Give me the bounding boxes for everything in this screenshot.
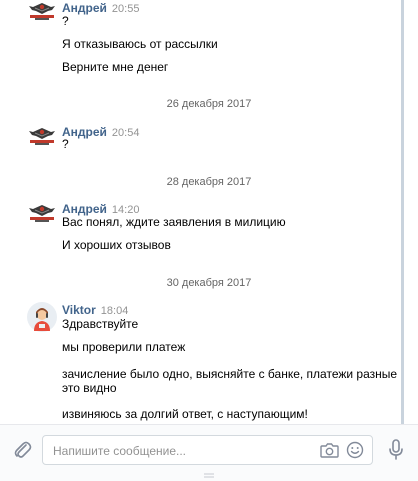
date-separator: 26 декабря 2017	[166, 98, 252, 110]
message-history[interactable]: Андрей 20:55 ? Я отказываюсь от рассылки …	[0, 0, 404, 424]
message-text: это видно	[62, 381, 117, 395]
scrollbar[interactable]	[401, 0, 404, 424]
message-header: Андрей 20:55	[62, 1, 139, 16]
message-text: Вас понял, ждите заявления в милицию	[62, 215, 286, 229]
date-separator: 30 декабря 2017	[166, 277, 252, 289]
message-text: ?	[62, 14, 69, 28]
message-text: мы проверили платеж	[62, 340, 186, 354]
message-composer	[0, 424, 418, 481]
message-text: зачисление было одно, выясняйте с банке,…	[62, 367, 404, 381]
message-header: Андрей 20:54	[62, 125, 139, 140]
message-text: Верните мне денег	[62, 60, 169, 74]
message-text: И хороших отзывов	[62, 238, 171, 252]
message-text: Я отказываюсь от рассылки	[62, 37, 218, 51]
emblem-avatar[interactable]	[27, 202, 57, 232]
author-name[interactable]: Viktor	[62, 303, 96, 317]
message-input-box[interactable]	[42, 435, 373, 465]
emblem-avatar[interactable]	[27, 125, 57, 155]
message-time[interactable]: 20:55	[112, 3, 140, 15]
author-name[interactable]: Андрей	[62, 1, 107, 15]
message-time[interactable]: 20:54	[112, 127, 140, 139]
message-header: Viktor 18:04	[62, 303, 128, 318]
emblem-avatar[interactable]	[27, 0, 57, 30]
message-text: ?	[62, 137, 69, 151]
author-name[interactable]: Андрей	[62, 202, 107, 216]
microphone-icon[interactable]	[386, 438, 406, 462]
date-separator: 28 декабря 2017	[166, 176, 252, 188]
message-input[interactable]	[51, 441, 305, 461]
message-text: извиняюсь за долгий ответ, с наступающим…	[62, 407, 308, 421]
smile-icon[interactable]	[346, 441, 364, 459]
resize-grip[interactable]	[204, 467, 214, 478]
camera-icon[interactable]	[320, 442, 339, 458]
message-text: Здравствуйте	[62, 317, 139, 331]
paperclip-icon[interactable]	[12, 439, 32, 461]
message-time[interactable]: 18:04	[101, 305, 129, 317]
support-agent-avatar[interactable]	[27, 302, 57, 332]
